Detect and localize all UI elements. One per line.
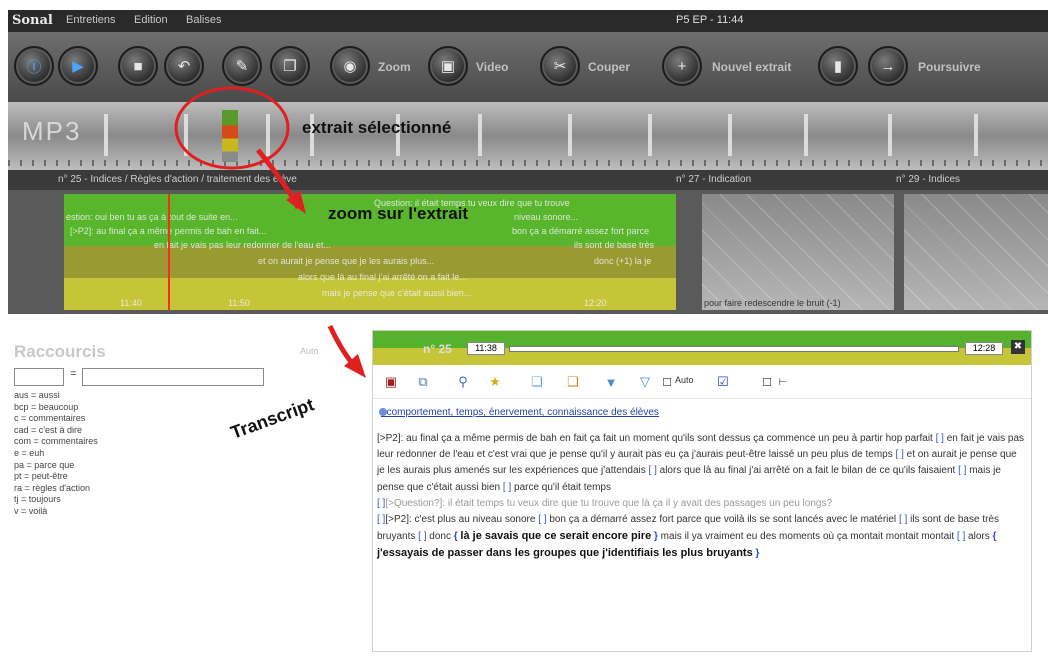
- annotation-zoom-extract: zoom sur l'extrait: [328, 204, 469, 223]
- sonal-app: Sonal Entretiens Edition Balises P5 EP -…: [0, 0, 1054, 657]
- annotation-layer: [174, 86, 366, 378]
- selection-circle: [174, 86, 290, 170]
- annotation-selected-extract: extrait sélectionné: [302, 118, 452, 137]
